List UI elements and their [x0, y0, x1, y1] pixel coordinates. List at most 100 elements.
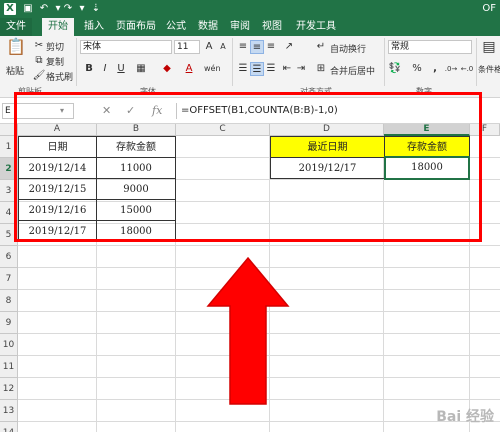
tab-file[interactable]: 文件 — [0, 18, 32, 36]
row-header[interactable]: 10 — [0, 334, 18, 356]
row-header[interactable]: 4 — [0, 202, 18, 224]
table-cell-date[interactable]: 2019/12/17 — [18, 220, 97, 242]
underline-button[interactable]: U — [114, 62, 128, 76]
cut-label[interactable]: 剪切 — [46, 40, 64, 53]
tab-insert[interactable]: 插入 — [78, 18, 110, 36]
increase-indent-icon[interactable]: ⇥ — [294, 62, 308, 76]
copy-label[interactable]: 复制 — [46, 55, 64, 68]
increase-decimal-icon[interactable]: .0→ — [444, 62, 458, 76]
increase-font-icon[interactable]: A — [202, 40, 216, 54]
align-top-icon[interactable]: ≡ — [236, 40, 250, 54]
row-header[interactable]: 9 — [0, 312, 18, 334]
redo-icon[interactable]: ↷ — [62, 3, 74, 15]
select-all-corner[interactable] — [0, 124, 18, 136]
percent-style-button[interactable]: % — [410, 62, 424, 76]
decrease-indent-icon[interactable]: ⇤ — [280, 62, 294, 76]
column-header-b[interactable]: B — [97, 124, 176, 136]
undo-icon[interactable]: ↶ — [38, 3, 50, 15]
comma-style-button[interactable]: , — [428, 62, 442, 76]
save-icon[interactable]: ▣ — [22, 3, 34, 15]
paste-icon[interactable]: 📋 — [6, 39, 26, 62]
row-header[interactable]: 2 — [0, 158, 18, 180]
cut-icon[interactable]: ✂ — [32, 39, 46, 53]
quick-access-customize-icon[interactable]: ⇣ — [90, 3, 102, 15]
align-center-icon[interactable]: ☰ — [250, 62, 264, 76]
row-header[interactable]: 13 — [0, 400, 18, 422]
insert-function-icon[interactable]: fx — [152, 103, 162, 119]
cell-e1-header[interactable]: 存款金额 — [384, 136, 470, 158]
cell-d1-header[interactable]: 最近日期 — [270, 136, 385, 158]
currency-format-icon[interactable]: 💱 — [388, 62, 402, 76]
format-painter-icon[interactable]: 🖌 — [32, 69, 46, 83]
column-header-f[interactable]: F — [470, 124, 500, 136]
format-painter-label[interactable]: 格式刷 — [46, 70, 73, 83]
merge-center-icon[interactable]: ⊞ — [314, 62, 328, 76]
table-cell-amount[interactable]: 11000 — [96, 157, 176, 179]
watermark: Bai 经验 — [436, 409, 494, 425]
orientation-icon[interactable]: ↗ — [282, 40, 296, 54]
tab-developer[interactable]: 开发工具 — [290, 18, 342, 36]
row-header[interactable]: 12 — [0, 378, 18, 400]
fill-color-icon[interactable]: ◆ — [160, 62, 174, 76]
tab-review[interactable]: 审阅 — [224, 18, 256, 36]
column-header-c[interactable]: C — [176, 124, 270, 136]
merge-center-button[interactable]: 合并后居中 — [330, 64, 375, 77]
table-cell-date[interactable]: 2019/12/14 — [18, 157, 97, 179]
row-header[interactable]: 6 — [0, 246, 18, 268]
align-middle-icon[interactable]: ≡ — [250, 40, 264, 54]
align-right-icon[interactable]: ☰ — [264, 62, 278, 76]
row-header[interactable]: 8 — [0, 290, 18, 312]
tab-view[interactable]: 视图 — [256, 18, 288, 36]
column-header-e[interactable]: E — [384, 124, 470, 136]
paste-label[interactable]: 粘贴 — [6, 64, 24, 77]
up-arrow-icon — [206, 256, 290, 405]
ribbon-separator — [476, 38, 477, 86]
conditional-format-button[interactable]: 条件格 — [478, 64, 500, 75]
gridline — [18, 421, 500, 422]
table-cell-date[interactable]: 2019/12/16 — [18, 199, 97, 221]
table-cell-amount[interactable]: 9000 — [96, 178, 176, 200]
row-header[interactable]: 1 — [0, 136, 18, 158]
cell-b1-header[interactable]: 存款金额 — [96, 136, 176, 158]
font-color-icon[interactable]: A — [182, 62, 196, 76]
table-cell-amount[interactable]: 15000 — [96, 199, 176, 221]
copy-icon[interactable]: ⧉ — [32, 54, 46, 68]
font-name-select[interactable]: 宋体 — [80, 40, 172, 54]
column-header-a[interactable]: A — [18, 124, 97, 136]
tab-formulas[interactable]: 公式 — [160, 18, 192, 36]
redo-dropdown-icon[interactable]: ▾ — [76, 3, 88, 15]
wrap-text-icon[interactable]: ↵ — [314, 40, 328, 54]
title-bar: X ▣ ↶ ▾ ↷ ▾ ⇣ OF — [0, 0, 500, 18]
border-icon[interactable]: ▦ — [134, 62, 148, 76]
column-header-d[interactable]: D — [270, 124, 384, 136]
number-format-select[interactable]: 常规 — [388, 40, 472, 54]
cancel-icon[interactable]: ✕ — [102, 103, 111, 119]
font-size-select[interactable]: 11 — [174, 40, 200, 54]
enter-icon[interactable]: ✓ — [126, 103, 135, 119]
tab-home[interactable]: 开始 — [42, 18, 74, 36]
align-bottom-icon[interactable]: ≡ — [264, 40, 278, 54]
conditional-format-icon[interactable]: ▤ — [480, 40, 498, 60]
name-box-dropdown-icon[interactable]: ▾ — [60, 103, 64, 119]
decrease-font-icon[interactable]: A — [216, 40, 230, 54]
row-header[interactable]: 11 — [0, 356, 18, 378]
formula-input[interactable]: =OFFSET(B1,COUNTA(B:B)-1,0) — [176, 103, 498, 119]
tab-data[interactable]: 数据 — [192, 18, 224, 36]
decrease-decimal-icon[interactable]: ←.0 — [460, 62, 474, 76]
phonetic-icon[interactable]: wén — [204, 64, 221, 73]
wrap-text-button[interactable]: 自动换行 — [330, 42, 366, 55]
italic-button[interactable]: I — [98, 62, 112, 76]
tab-page-layout[interactable]: 页面布局 — [110, 18, 162, 36]
table-cell-date[interactable]: 2019/12/15 — [18, 178, 97, 200]
cell-e2-active[interactable]: 18000 — [384, 156, 470, 180]
row-header[interactable]: 7 — [0, 268, 18, 290]
row-header[interactable]: 5 — [0, 224, 18, 246]
row-header[interactable]: 3 — [0, 180, 18, 202]
cell-d2-latest-date[interactable]: 2019/12/17 — [270, 157, 385, 179]
row-header[interactable]: 14 — [0, 422, 18, 432]
cell-a1-header[interactable]: 日期 — [18, 136, 97, 158]
bold-button[interactable]: B — [82, 62, 96, 76]
table-cell-amount[interactable]: 18000 — [96, 220, 176, 242]
align-left-icon[interactable]: ☰ — [236, 62, 250, 76]
excel-logo-icon: X — [4, 3, 16, 15]
